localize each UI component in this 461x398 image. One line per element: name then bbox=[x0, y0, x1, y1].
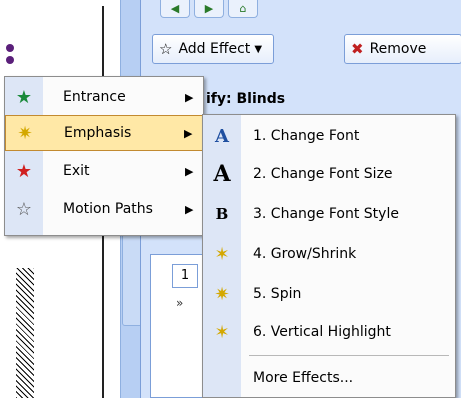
grow-shrink-star-icon: ✶ bbox=[214, 243, 230, 265]
add-effect-menu: ★ Entrance ▶ ✷ Emphasis ▶ ★ Exit ▶ ☆ Mot… bbox=[4, 76, 204, 236]
entrance-star-icon: ★ bbox=[15, 86, 33, 108]
task-pane-nav: ◀ ▶ ⌂ bbox=[160, 0, 262, 22]
menu-item-emphasis[interactable]: ✷ Emphasis ▶ bbox=[5, 115, 203, 151]
remove-button[interactable]: ✖ Remove bbox=[344, 34, 461, 64]
font-bold-B-icon: B bbox=[215, 205, 229, 223]
spin-star-icon: ✷ bbox=[214, 283, 230, 305]
font-A-icon: A bbox=[215, 125, 229, 147]
submenu-item-change-font-size[interactable]: A 2. Change Font Size bbox=[203, 155, 455, 193]
submenu-arrow-icon: ▶ bbox=[185, 164, 194, 178]
submenu-arrow-icon: ▶ bbox=[185, 202, 194, 216]
add-effect-star-icon: ☆ bbox=[159, 40, 173, 58]
emphasis-submenu: A 1. Change Font A 2. Change Font Size B… bbox=[202, 114, 456, 398]
menu-item-motion-paths[interactable]: ☆ Motion Paths ▶ bbox=[5, 191, 203, 227]
submenu-item-grow-shrink[interactable]: ✶ 4. Grow/Shrink bbox=[203, 235, 455, 273]
submenu-arrow-icon: ▶ bbox=[185, 90, 194, 104]
vertical-highlight-star-icon: ✶ bbox=[214, 321, 230, 343]
home-icon[interactable]: ⌂ bbox=[228, 0, 258, 18]
submenu-item-vertical-highlight[interactable]: ✶ 6. Vertical Highlight bbox=[203, 313, 455, 351]
menu-separator bbox=[249, 355, 449, 356]
back-icon[interactable]: ◀ bbox=[160, 0, 190, 18]
submenu-item-change-font[interactable]: A 1. Change Font bbox=[203, 117, 455, 155]
emphasis-star-icon: ✷ bbox=[17, 122, 33, 144]
submenu-item-change-font-style[interactable]: B 3. Change Font Style bbox=[203, 195, 455, 233]
menu-item-exit[interactable]: ★ Exit ▶ bbox=[5, 153, 203, 189]
dropdown-caret-icon: ▼ bbox=[254, 43, 263, 55]
exit-star-icon: ★ bbox=[15, 160, 33, 182]
expand-chevron-icon[interactable]: » bbox=[176, 296, 183, 310]
modify-effect-label: ify: Blinds bbox=[206, 91, 286, 107]
animation-order-number: 1 bbox=[172, 264, 198, 288]
forward-icon[interactable]: ▶ bbox=[194, 0, 224, 18]
bullet-dot bbox=[6, 56, 14, 64]
submenu-item-spin[interactable]: ✷ 5. Spin bbox=[203, 275, 455, 313]
bullet-dot bbox=[6, 44, 14, 52]
slide-bullets bbox=[6, 44, 14, 68]
remove-x-icon: ✖ bbox=[351, 40, 364, 58]
font-size-A-icon: A bbox=[213, 161, 231, 187]
motion-path-star-icon: ☆ bbox=[15, 198, 33, 220]
menu-item-entrance[interactable]: ★ Entrance ▶ bbox=[5, 79, 203, 115]
add-effect-button[interactable]: ☆ Add Effect ▼ bbox=[152, 34, 274, 64]
submenu-arrow-icon: ▶ bbox=[184, 126, 193, 140]
hatched-border bbox=[16, 268, 34, 398]
submenu-item-more-effects[interactable]: More Effects... bbox=[203, 359, 455, 397]
